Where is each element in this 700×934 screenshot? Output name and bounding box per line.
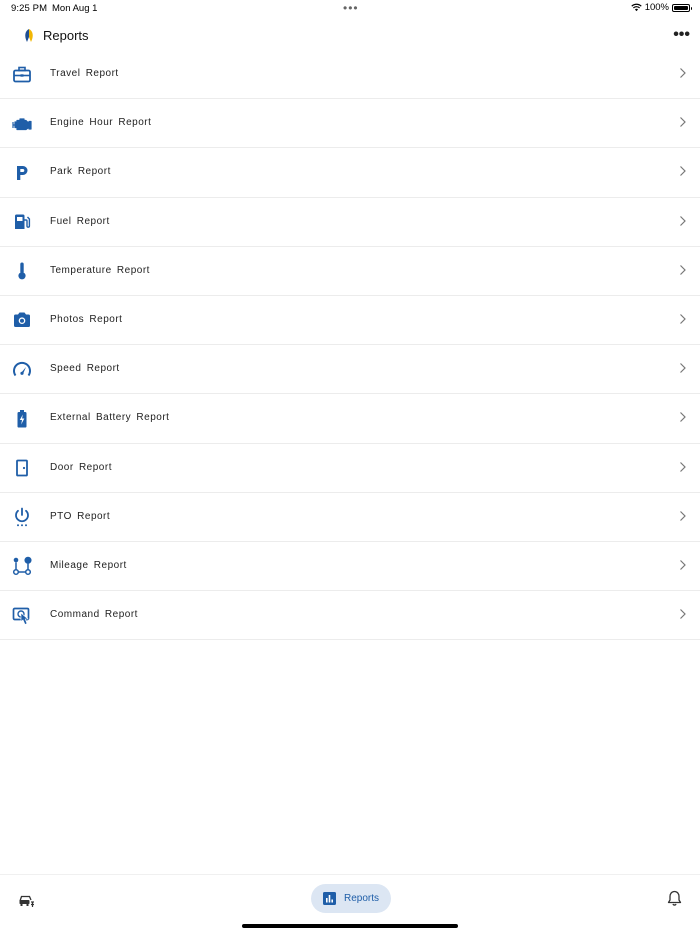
speedometer-icon	[11, 359, 32, 380]
report-label: PTO Report	[50, 510, 111, 522]
status-bar: 9:25 PM Mon Aug 1 ••• 100%	[0, 0, 700, 18]
app-header: Reports •••	[0, 18, 700, 54]
wifi-icon	[631, 3, 642, 12]
report-row-mileage[interactable]: Mileage Report	[0, 542, 700, 592]
report-label: Travel Report	[50, 68, 119, 79]
report-label: Engine Hour Report	[50, 117, 152, 129]
report-label: Fuel Report	[50, 215, 110, 227]
report-row-engine-hour[interactable]: Engine Hour Report	[0, 99, 700, 149]
command-touch-icon	[11, 605, 32, 626]
chevron-right-icon	[680, 68, 686, 78]
bell-icon[interactable]	[666, 890, 683, 907]
route-icon	[11, 556, 32, 577]
battery-percent: 100%	[644, 2, 669, 13]
chevron-right-icon	[680, 264, 686, 275]
report-label: External Battery Report	[50, 412, 170, 424]
vehicle-list-icon[interactable]	[18, 891, 35, 908]
battery-charging-icon	[11, 408, 32, 429]
status-date: Mon Aug 1	[52, 3, 98, 14]
report-row-photos[interactable]: Photos Report	[0, 296, 700, 346]
door-icon	[11, 458, 32, 479]
report-row-pto[interactable]: PTO Report	[0, 493, 700, 542]
report-row-speed[interactable]: Speed Report	[0, 345, 700, 395]
parking-icon	[11, 162, 32, 183]
briefcase-icon	[11, 64, 32, 85]
chevron-right-icon	[680, 166, 686, 177]
chevron-right-icon	[680, 412, 686, 423]
report-row-door[interactable]: Door Report	[0, 444, 700, 493]
camera-icon	[11, 310, 32, 331]
report-label: Photos Report	[50, 313, 123, 325]
battery-icon	[672, 3, 692, 12]
chevron-right-icon	[680, 510, 686, 521]
tab-reports[interactable]: Reports	[311, 884, 391, 913]
chevron-right-icon	[680, 215, 686, 226]
report-row-travel[interactable]: Travel Report	[0, 50, 700, 100]
bar-chart-icon	[322, 892, 336, 905]
thermometer-icon	[11, 261, 32, 282]
report-label: Door Report	[50, 461, 112, 473]
report-row-fuel[interactable]: Fuel Report	[0, 198, 700, 247]
page-title: Reports	[43, 28, 89, 43]
multitasking-dots[interactable]: •••	[343, 1, 359, 15]
report-row-external-battery[interactable]: External Battery Report	[0, 394, 700, 444]
chevron-right-icon	[680, 363, 686, 374]
report-list: Travel Report Engine Hour Report Park Re…	[0, 50, 700, 641]
chevron-right-icon	[680, 117, 686, 128]
report-row-command[interactable]: Command Report	[0, 591, 700, 641]
chevron-right-icon	[680, 314, 686, 324]
engine-icon	[11, 113, 32, 134]
chevron-right-icon	[680, 461, 686, 472]
status-right: 100%	[631, 2, 692, 13]
tab-reports-label: Reports	[343, 893, 379, 904]
report-label: Temperature Report	[50, 264, 150, 276]
report-row-park[interactable]: Park Report	[0, 148, 700, 198]
app-logo-icon	[25, 29, 33, 42]
power-icon	[11, 507, 32, 528]
report-label: Mileage Report	[50, 559, 127, 571]
report-label: Speed Report	[50, 363, 120, 375]
chevron-right-icon	[680, 559, 686, 570]
status-time: 9:25 PM	[11, 3, 48, 14]
fuel-pump-icon	[11, 212, 32, 233]
chevron-right-icon	[680, 609, 686, 619]
more-options-button[interactable]: •••	[673, 26, 690, 44]
home-indicator[interactable]	[242, 924, 458, 928]
report-label: Park Report	[50, 166, 111, 178]
report-row-temperature[interactable]: Temperature Report	[0, 247, 700, 296]
report-label: Command Report	[50, 609, 138, 621]
